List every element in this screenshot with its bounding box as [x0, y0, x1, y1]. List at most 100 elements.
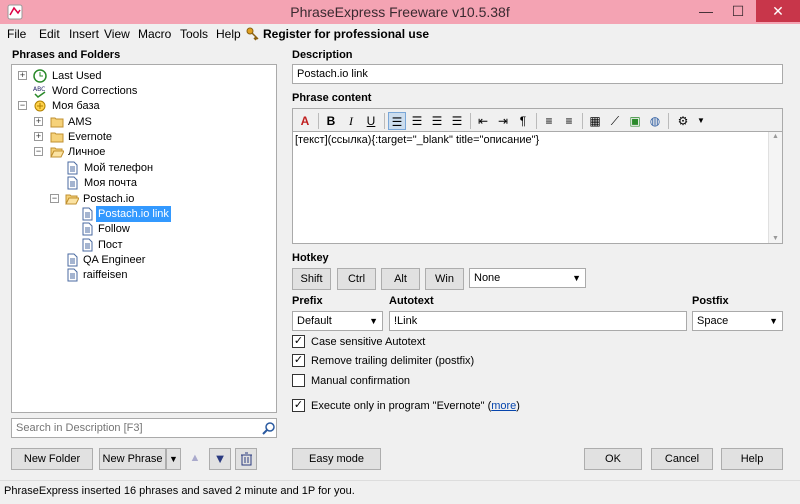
expand-icon[interactable]: +: [34, 117, 43, 126]
checkbox-label: Execute only in program "Evernote" (more…: [311, 399, 520, 413]
tree-item-ams[interactable]: + AMS: [12, 114, 276, 130]
alt-button[interactable]: Alt: [381, 268, 420, 290]
ok-button[interactable]: OK: [584, 448, 642, 470]
scroll-down-icon[interactable]: ▼: [772, 235, 779, 242]
line-icon[interactable]: ⟋: [606, 112, 624, 130]
phrase-content-text: [текст](ссылка){:target="_blank" title="…: [295, 134, 540, 146]
menu-tools[interactable]: Tools: [180, 27, 208, 41]
chevron-down-icon: ▼: [169, 454, 178, 464]
tree-item-label: Last Used: [52, 70, 102, 82]
new-phrase-button[interactable]: New Phrase: [99, 448, 166, 470]
clock-icon: [33, 69, 47, 83]
numbered-list-icon[interactable]: ≡: [540, 112, 558, 130]
postfix-select[interactable]: Space ▼: [692, 311, 783, 331]
collapse-icon[interactable]: −: [18, 101, 27, 110]
menu-macro[interactable]: Macro: [138, 27, 171, 41]
tree-item-qa-engineer[interactable]: QA Engineer: [12, 252, 276, 268]
tree-item-my-base[interactable]: − Моя база: [12, 98, 276, 114]
align-left-icon[interactable]: ☰: [388, 112, 406, 130]
tree-item-personal[interactable]: − Личное: [12, 144, 276, 160]
tree-item-mail[interactable]: Моя почта: [12, 175, 276, 191]
search-box: [11, 418, 277, 438]
justify-icon[interactable]: ☰: [448, 112, 466, 130]
ctrl-button[interactable]: Ctrl: [337, 268, 376, 290]
manual-confirmation-checkbox[interactable]: Manual confirmation: [292, 374, 592, 388]
delete-button[interactable]: [235, 448, 257, 470]
win-button[interactable]: Win: [425, 268, 464, 290]
menu-view[interactable]: View: [104, 27, 130, 41]
search-icon[interactable]: [262, 422, 275, 435]
editor-scrollbar[interactable]: ▲ ▼: [768, 132, 782, 243]
checkbox-empty: [292, 374, 305, 387]
prefix-select-value: Default: [297, 315, 332, 327]
gear-icon[interactable]: ⚙: [674, 112, 692, 130]
italic-icon[interactable]: I: [342, 112, 360, 130]
indent-icon[interactable]: ⇥: [494, 112, 512, 130]
prefix-select[interactable]: Default ▼: [292, 311, 383, 331]
collapse-icon[interactable]: −: [50, 194, 59, 203]
align-right-icon[interactable]: ☰: [428, 112, 446, 130]
phrase-content-editor[interactable]: [текст](ссылка){:target="_blank" title="…: [292, 131, 783, 244]
phrases-folders-title: Phrases and Folders: [12, 49, 121, 61]
tree-item-postachio-folder[interactable]: − Postach.io: [12, 191, 276, 207]
expand-icon[interactable]: +: [34, 132, 43, 141]
new-phrase-dropdown[interactable]: ▼: [166, 448, 181, 470]
tree-item-post[interactable]: Пост: [12, 237, 276, 253]
easy-mode-button[interactable]: Easy mode: [292, 448, 381, 470]
more-link[interactable]: more: [491, 400, 516, 412]
shift-button[interactable]: Shift: [292, 268, 331, 290]
description-field[interactable]: Postach.io link: [292, 64, 783, 84]
phrase-tree[interactable]: + Last Used ABC Word Corrections − Моя б…: [11, 64, 277, 413]
tree-item-phone[interactable]: Мой телефон: [12, 160, 276, 176]
underline-icon[interactable]: U: [362, 112, 380, 130]
menu-help[interactable]: Help: [216, 27, 241, 41]
image-icon[interactable]: ▣: [626, 112, 644, 130]
status-bar: PhraseExpress inserted 16 phrases and sa…: [0, 480, 800, 504]
align-center-icon[interactable]: ☰: [408, 112, 426, 130]
table-icon[interactable]: ▦: [586, 112, 604, 130]
toolbar-separator: [470, 113, 471, 129]
trash-icon: [241, 452, 252, 466]
tree-item-raiffeisen[interactable]: raiffeisen: [12, 267, 276, 283]
menu-file[interactable]: File: [7, 27, 26, 41]
menu-register[interactable]: Register for professional use: [263, 27, 429, 41]
execute-only-checkbox[interactable]: ✓ Execute only in program "Evernote" (mo…: [292, 399, 592, 413]
menu-insert[interactable]: Insert: [69, 27, 99, 41]
globe-icon[interactable]: ◍: [646, 112, 664, 130]
tree-item-follow[interactable]: Follow: [12, 221, 276, 237]
help-button[interactable]: Help: [721, 448, 783, 470]
move-up-icon[interactable]: ▲: [188, 452, 202, 466]
bullet-list-icon[interactable]: ≡: [560, 112, 578, 130]
tree-item-label: Evernote: [68, 131, 113, 143]
expand-icon[interactable]: +: [18, 71, 27, 80]
case-sensitive-checkbox[interactable]: ✓ Case sensitive Autotext: [292, 335, 592, 349]
text-color-icon[interactable]: A: [296, 112, 314, 130]
scroll-up-icon[interactable]: ▲: [772, 133, 779, 140]
bold-icon[interactable]: B: [322, 112, 340, 130]
document-icon: [67, 176, 78, 190]
tree-item-word-corrections[interactable]: ABC Word Corrections: [12, 83, 276, 99]
new-folder-button[interactable]: New Folder: [11, 448, 93, 470]
move-down-button[interactable]: ▼: [209, 448, 231, 470]
hotkey-select[interactable]: None ▼: [469, 268, 586, 288]
cancel-button[interactable]: Cancel: [651, 448, 713, 470]
close-button[interactable]: ✕: [756, 0, 800, 22]
search-input[interactable]: [12, 419, 252, 437]
menu-edit[interactable]: Edit: [39, 27, 60, 41]
autotext-field[interactable]: !Link: [389, 311, 687, 331]
tree-item-evernote[interactable]: + Evernote: [12, 129, 276, 145]
remove-trailing-checkbox[interactable]: ✓ Remove trailing delimiter (postfix): [292, 354, 592, 368]
hotkey-label: Hotkey: [292, 252, 329, 264]
document-icon: [67, 268, 78, 282]
tree-item-last-used[interactable]: + Last Used: [12, 68, 276, 84]
tree-item-label: raiffeisen: [83, 269, 128, 281]
outdent-icon[interactable]: ⇤: [474, 112, 492, 130]
collapse-icon[interactable]: −: [34, 147, 43, 156]
minimize-button[interactable]: —: [690, 0, 722, 22]
tree-item-label: Postach.io link: [96, 206, 171, 222]
chevron-down-icon[interactable]: ▼: [692, 112, 710, 130]
paragraph-icon[interactable]: ¶: [514, 112, 532, 130]
tree-item-postachio-link[interactable]: Postach.io link: [12, 206, 276, 222]
maximize-button[interactable]: ☐: [722, 0, 754, 22]
document-icon: [67, 253, 78, 267]
